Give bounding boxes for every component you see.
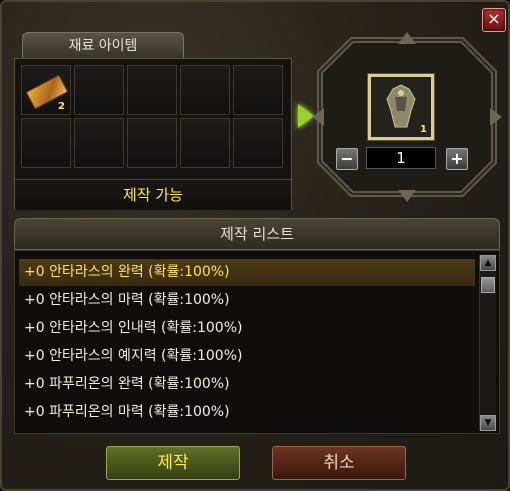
cancel-button[interactable]: 취소 — [272, 446, 406, 480]
craft-list-header: 제작 리스트 — [14, 218, 500, 250]
scrollbar[interactable]: ▲ ▼ — [479, 255, 496, 431]
craft-button[interactable]: 제작 — [106, 446, 240, 480]
list-item[interactable]: +0 안타라스의 예지력 (확률:100%) — [19, 343, 475, 370]
result-count: 1 — [420, 124, 427, 135]
material-slot[interactable] — [127, 118, 177, 168]
craft-list: +0 안타라스의 완력 (확률:100%) +0 안타라스의 마력 (확률:10… — [14, 250, 500, 434]
material-panel: 2 제작 가능 — [14, 58, 292, 210]
tab-materials[interactable]: 재료 아이템 — [22, 32, 184, 59]
list-item[interactable]: +0 안타라스의 인내력 (확률:100%) — [19, 315, 475, 342]
decrease-button[interactable]: − — [336, 148, 358, 170]
material-slot[interactable] — [127, 65, 177, 115]
list-item[interactable]: +0 안타라스의 마력 (확률:100%) — [19, 287, 475, 314]
material-slot[interactable] — [21, 118, 71, 168]
material-slot[interactable] — [180, 65, 230, 115]
scroll-down-icon[interactable]: ▼ — [480, 415, 496, 431]
craft-status: 제작 가능 — [15, 179, 291, 210]
quantity-input[interactable]: 1 — [366, 147, 436, 169]
result-slot[interactable]: 1 — [368, 74, 434, 140]
material-grid: 2 — [21, 65, 283, 168]
material-slot[interactable] — [233, 65, 283, 115]
material-slot[interactable] — [180, 118, 230, 168]
crafting-window: × 재료 아이템 2 제작 가능 1 − 1 + 제작 리스트 +0 안타라스의… — [0, 0, 510, 491]
material-slot[interactable] — [233, 118, 283, 168]
increase-button[interactable]: + — [446, 148, 468, 170]
list-item[interactable]: +0 파푸리온의 마력 (확률:100%) — [19, 399, 475, 426]
material-slot[interactable]: 2 — [21, 65, 71, 115]
scroll-up-icon[interactable]: ▲ — [480, 255, 496, 271]
slot-count: 2 — [58, 101, 65, 112]
close-button[interactable]: × — [482, 8, 506, 32]
list-item[interactable]: +0 안타라스의 완력 (확률:100%) — [19, 259, 475, 286]
material-slot[interactable] — [74, 65, 124, 115]
material-slot[interactable] — [74, 118, 124, 168]
scroll-thumb[interactable] — [481, 277, 495, 293]
list-item[interactable]: +0 파푸리온의 완력 (확률:100%) — [19, 371, 475, 398]
